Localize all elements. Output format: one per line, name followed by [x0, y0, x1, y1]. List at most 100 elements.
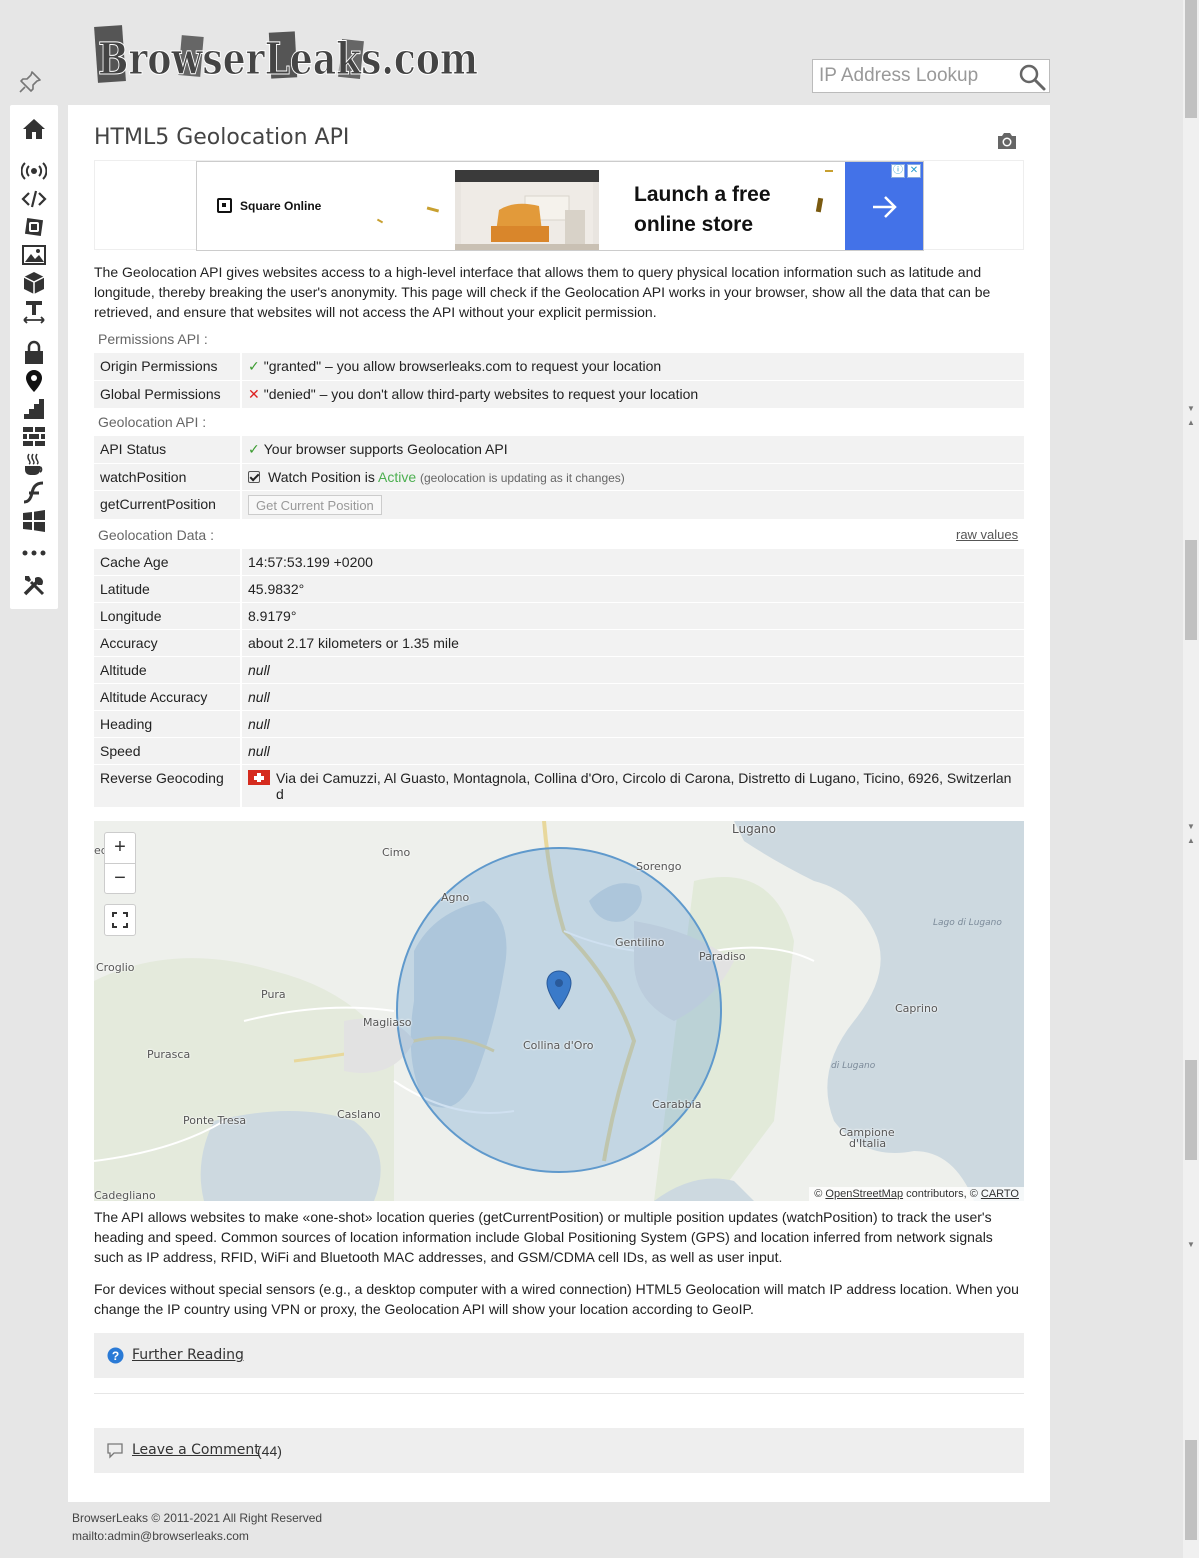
map-label-sorengo: Sorengo — [636, 860, 682, 873]
table-row: Heading null — [94, 711, 1024, 737]
global-permissions-value: "denied" – you don't allow third-party w… — [263, 386, 699, 402]
scrollbar-thumb[interactable] — [1185, 1440, 1197, 1540]
webrtc-icon[interactable] — [21, 158, 47, 184]
ad-banner[interactable]: Square Online Launch a free online store — [196, 161, 924, 251]
latitude-value: 45.9832° — [242, 576, 1024, 602]
features-icon[interactable] — [21, 396, 47, 422]
site-logo[interactable]: BrowserLeaks.com — [94, 18, 486, 88]
divider — [94, 1393, 1024, 1394]
javascript-icon[interactable] — [21, 186, 47, 212]
watch-position-key: watchPosition — [94, 464, 242, 490]
home-icon[interactable] — [21, 116, 47, 142]
table-row: Speed null — [94, 738, 1024, 764]
scroll-down-arrow-icon[interactable]: ▼ — [1187, 822, 1195, 831]
get-current-position-button[interactable]: Get Current Position — [248, 495, 382, 515]
firewall-icon[interactable] — [21, 424, 47, 450]
reverse-geocoding-key: Reverse Geocoding — [94, 765, 242, 807]
table-row: Global Permissions ✕ "denied" – you don't… — [94, 381, 1024, 408]
map-label-pura: Pura — [261, 988, 286, 1001]
map-label-agno: Agno — [441, 891, 470, 904]
geolocation-data-section-label: Geolocation Data : — [98, 527, 214, 543]
geolocation-api-table: API Status ✓ Your browser supports Geoloc… — [94, 435, 1024, 520]
reverse-geocoding-value: Via dei Camuzzi, Al Guasto, Montagnola, … — [276, 770, 1012, 802]
canvas-icon[interactable] — [21, 242, 47, 268]
tools-icon[interactable] — [21, 572, 47, 598]
speed-key: Speed — [94, 738, 242, 764]
table-row: watchPosition Watch Position is Active (… — [94, 464, 1024, 490]
table-row: Latitude 45.9832° — [94, 576, 1024, 602]
ad-container: Square Online Launch a free online store — [94, 160, 1024, 251]
ad-info-icon[interactable]: ⓘ — [891, 164, 905, 178]
scroll-down-arrow-icon[interactable]: ▼ — [1187, 1240, 1195, 1249]
speed-value: null — [242, 738, 1024, 764]
search-icon[interactable] — [1017, 62, 1047, 92]
further-reading-link[interactable]: Further Reading — [132, 1347, 244, 1363]
ssl-icon[interactable] — [21, 340, 47, 366]
map-label-campione-ditalia: d'Italia — [849, 1137, 887, 1150]
scroll-down-arrow-icon[interactable]: ▼ — [1187, 404, 1195, 413]
table-row: Accuracy about 2.17 kilometers or 1.35 mi… — [94, 630, 1024, 656]
leave-comment-link[interactable]: Leave a Comment — [132, 1442, 260, 1458]
zoom-out-button[interactable]: − — [105, 863, 135, 893]
api-status-key: API Status — [94, 436, 242, 463]
cache-age-value: 14:57:53.199 +0200 — [242, 549, 1024, 575]
map-zoom-control: + − — [104, 832, 136, 894]
page-scrollbar[interactable]: ▼ ▲ ▼ ▲ ▼ — [1183, 0, 1199, 1558]
svg-text:?: ? — [112, 1349, 119, 1363]
footer-mail-link[interactable]: mailto:admin@browserleaks.com — [72, 1527, 322, 1545]
windows-icon[interactable] — [21, 508, 47, 534]
more-icon[interactable] — [21, 540, 47, 566]
ip-lookup-search — [812, 59, 1050, 93]
pin-icon[interactable] — [18, 70, 42, 94]
map-label-lugano: Lugano — [732, 822, 776, 836]
help-icon: ? — [107, 1347, 124, 1364]
svg-text:BrowserLeaks.com: BrowserLeaks.com — [98, 34, 478, 85]
altitude-accuracy-key: Altitude Accuracy — [94, 684, 242, 710]
map-label-caslano: Caslano — [337, 1108, 381, 1121]
scroll-up-arrow-icon[interactable]: ▲ — [1187, 418, 1195, 427]
openstreetmap-link[interactable]: OpenStreetMap — [825, 1188, 903, 1200]
map-label-lago-di-lugano: Lago di Lugano — [933, 918, 1002, 928]
heading-key: Heading — [94, 711, 242, 737]
webgl-icon[interactable] — [21, 270, 47, 296]
main-content: HTML5 Geolocation API Square Online Laun… — [68, 105, 1050, 1502]
ad-close-icon[interactable]: ✕ — [907, 164, 921, 178]
watch-position-note: (geolocation is updating as it changes) — [420, 471, 625, 485]
watch-position-prefix: Watch Position is — [268, 469, 375, 485]
footer-copyright: BrowserLeaks © 2011-2021 All Right Reser… — [72, 1511, 323, 1525]
ip-lookup-input[interactable] — [813, 60, 1009, 92]
cross-icon: ✕ — [248, 386, 260, 402]
flash-icon[interactable] — [21, 480, 47, 506]
raw-values-link[interactable]: raw values — [956, 527, 1018, 542]
origin-permissions-value: "granted" – you allow browserleaks.com t… — [263, 358, 662, 374]
permissions-section-label: Permissions API : — [98, 331, 208, 347]
zoom-in-button[interactable]: + — [105, 833, 135, 863]
fonts-icon[interactable] — [21, 298, 47, 324]
camera-icon[interactable] — [996, 131, 1018, 151]
carto-link[interactable]: CARTO — [981, 1188, 1019, 1200]
map-attribution: © OpenStreetMap contributors, © CARTO — [809, 1187, 1024, 1201]
fullscreen-icon — [112, 912, 128, 928]
longitude-key: Longitude — [94, 603, 242, 629]
table-row: Cache Age 14:57:53.199 +0200 — [94, 549, 1024, 575]
scrollbar-thumb[interactable] — [1185, 1060, 1197, 1160]
fullscreen-button[interactable] — [104, 904, 136, 936]
table-row: Longitude 8.9179° — [94, 603, 1024, 629]
watch-position-checkbox[interactable] — [248, 471, 260, 483]
location-map[interactable]: Lugano edi Cimo Sorengo Agno Gentilino L… — [94, 821, 1024, 1201]
java-icon[interactable] — [21, 452, 47, 478]
map-label-cimo: Cimo — [382, 846, 411, 859]
accuracy-key: Accuracy — [94, 630, 242, 656]
longitude-value: 8.9179° — [242, 603, 1024, 629]
map-label-paradiso: Paradiso — [699, 950, 746, 963]
geolocation-icon[interactable] — [21, 368, 47, 394]
table-row: API Status ✓ Your browser supports Geoloc… — [94, 436, 1024, 463]
scrollbar-thumb[interactable] — [1185, 0, 1197, 118]
geolocation-data-table: Cache Age 14:57:53.199 +0200 Latitude 45.9… — [94, 548, 1024, 808]
info-paragraph-2: For devices without special sensors (e.g… — [94, 1281, 1019, 1317]
scroll-up-arrow-icon[interactable]: ▲ — [1187, 836, 1195, 845]
scrollbar-thumb[interactable] — [1185, 540, 1197, 640]
map-label-collina-doro: Collina d'Oro — [523, 1039, 594, 1052]
chrome-icon[interactable] — [21, 214, 47, 240]
comments-panel: Leave a Comment (44) — [94, 1428, 1024, 1473]
